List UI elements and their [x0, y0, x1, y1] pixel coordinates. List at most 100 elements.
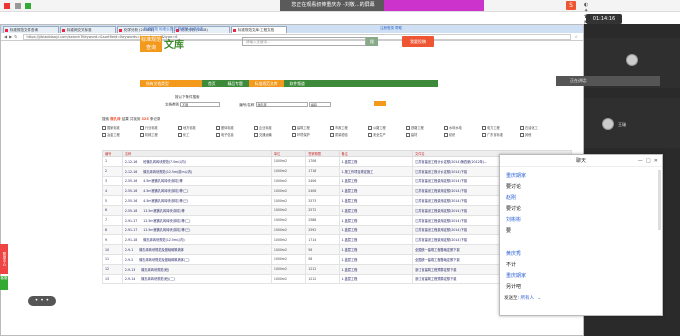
- category-checkbox[interactable]: 纺织: [444, 132, 482, 139]
- site-top-links[interactable]: 标准规范 标准公告 工程规范 标准动态: [144, 27, 203, 32]
- category-checkbox[interactable]: 地方标准: [178, 125, 216, 132]
- cell-text: 1.盖层工程: [341, 159, 358, 164]
- cell-text: 2-9-2: [124, 257, 134, 262]
- help-badge[interactable]: 帮助中心: [0, 244, 8, 274]
- signal-icon: [25, 3, 32, 9]
- item-link[interactable]: 2-9-13 微孔砖砖块规范(砼): [121, 263, 272, 275]
- more-menu-button[interactable]: • • •: [28, 296, 56, 306]
- item-link[interactable]: 2-55-16 4.5m宽微孔砖砖块(抹灰)等: [121, 175, 272, 187]
- category-checkbox[interactable]: 市政工程: [330, 125, 368, 132]
- table-cell: 12: [102, 263, 123, 275]
- input-method-icon[interactable]: S: [566, 1, 576, 10]
- nav-software[interactable]: 软件频道: [284, 80, 311, 87]
- category-checkbox[interactable]: 安全生产: [368, 132, 406, 139]
- cell-text: 江苏省建设工程计价定额(2014)第四册(2012年)...: [415, 159, 488, 164]
- chat-sender: 黄庆秀: [506, 251, 522, 257]
- cell-text: 1000m2: [273, 227, 288, 232]
- item-link[interactable]: 2-9-2 微孔砖砖块规范及基础砌筑墙体(二): [121, 253, 272, 265]
- window-controls[interactable]: — □ ✕: [638, 155, 658, 167]
- category-checkbox[interactable]: 国家标准: [102, 125, 140, 132]
- site-search-button[interactable]: 搜: [366, 37, 378, 46]
- service-badge[interactable]: 客服: [0, 276, 8, 290]
- cell-text: 1212: [308, 267, 317, 272]
- category-checkbox[interactable]: 石油化工: [520, 125, 558, 132]
- app-icon[interactable]: [4, 3, 10, 9]
- nav-home[interactable]: 首页: [202, 80, 222, 87]
- item-link[interactable]: 2-12-16 微孔砖砖块规范(12.5m(前m以内): [121, 165, 272, 177]
- nav-topics[interactable]: 精品专题: [222, 80, 249, 87]
- category-checkbox[interactable]: 其他: [520, 132, 558, 139]
- cell-text: 江苏省建设工程计价定额(2014)下载: [415, 169, 468, 174]
- browser-tab[interactable]: 标准网交叉标准: [60, 26, 116, 33]
- speaker-view-button[interactable]: 演讲者视图: [626, 14, 676, 24]
- site-right-links[interactable]: 注册登录 帮助: [380, 26, 402, 31]
- category-checkbox[interactable]: 建筑工程: [292, 125, 330, 132]
- chevron-down-icon[interactable]: ⌄: [537, 296, 541, 301]
- item-link[interactable]: 2-9-14 微孔砖砖块规范(砼)(二): [121, 273, 272, 285]
- cell-text: 1000m2: [273, 267, 288, 272]
- send-to-select[interactable]: 所有人: [520, 296, 534, 301]
- site-header: [1, 41, 583, 97]
- code-input[interactable]: 微孔砖: [255, 102, 308, 107]
- speaking-indicator: 正在讲话:: [556, 76, 660, 86]
- category-checkbox[interactable]: 化工: [178, 132, 216, 139]
- table-cell: 6: [102, 204, 123, 216]
- category-checkbox[interactable]: 水利水电: [444, 125, 482, 132]
- site-search-input[interactable]: 请输入关键词...: [242, 37, 366, 46]
- forward-icon[interactable]: ▶: [9, 34, 12, 39]
- scope-select[interactable]: 编码: [308, 102, 331, 107]
- category-checkbox[interactable]: 建材: [406, 132, 444, 139]
- browser-tab-active[interactable]: 标准规范文库:工程文档: [231, 26, 287, 33]
- filter-form: 按以下条件搜索 文档类别 不限 编号/名称 微孔砖 编码: [165, 95, 405, 111]
- table-cell: 1.盖层工程: [338, 244, 414, 255]
- category-checkbox[interactable]: 质量检验: [330, 132, 368, 139]
- reload-icon[interactable]: ↻: [14, 34, 17, 39]
- grid-icon[interactable]: [14, 3, 21, 9]
- item-link[interactable]: 2-9-1 微孔砖砖块规范及基础砌筑墙体: [121, 244, 272, 255]
- cell-text: 4.5m宽微孔砖砖块(抹灰)等: [143, 179, 183, 184]
- category-checkbox[interactable]: 交通运输: [254, 132, 292, 139]
- category-checkbox[interactable]: 行业标准: [140, 125, 178, 132]
- category-checkbox[interactable]: 广东省标准: [482, 132, 520, 139]
- category-checkbox[interactable]: 电力工程: [482, 125, 520, 132]
- upload-button[interactable]: 我要投稿: [402, 36, 434, 47]
- type-select[interactable]: 不限: [180, 102, 221, 107]
- category-checkbox[interactable]: 机械工程: [140, 132, 178, 139]
- category-checkbox[interactable]: 企业标准: [254, 125, 292, 132]
- browser-tab[interactable]: 标准规范文件查询: [3, 26, 59, 33]
- table-cell: 5: [102, 195, 123, 206]
- category-checkbox[interactable]: 环境保护: [292, 132, 330, 139]
- category-checkbox[interactable]: 电子信息: [216, 132, 254, 139]
- cell-text: 江苏省建设工程费用定额(2014)下载: [415, 208, 468, 213]
- cell-text: 4.5m宽微孔砖砖块(抹灰)等(二): [143, 189, 189, 194]
- nav-library[interactable]: 标准规范文库: [248, 80, 284, 87]
- item-link[interactable]: 2-91-18 微孔砖砖块规范(12.5m以内): [121, 234, 272, 246]
- nav-category[interactable]: 所有文档类型: [140, 80, 202, 87]
- participant-tile[interactable]: 王瑞: [584, 98, 680, 148]
- item-link[interactable]: 2-91-17 12.5m宽微孔砖砖块(抹灰)等(二): [121, 214, 272, 226]
- site-logo[interactable]: 标准规范 查询 文库: [140, 36, 190, 52]
- category-checkbox[interactable]: 公路工程: [368, 125, 406, 132]
- cell-text: 2-55-16: [124, 208, 138, 213]
- table-cell: 2: [102, 165, 123, 177]
- item-link[interactable]: 2-55-16 12.5m宽微孔砖砖块(抹灰)等: [121, 204, 272, 216]
- item-link[interactable]: 2-55-16 4.5m宽微孔砖砖块(抹灰)等(三): [121, 195, 272, 206]
- browser-tabs: 标准规范文件查询 标准网交叉标准 化学分析 (2018年) 化学分析 (2018…: [1, 25, 583, 33]
- category-checkbox[interactable]: 团体标准: [216, 125, 254, 132]
- back-icon[interactable]: ◀: [4, 34, 7, 39]
- chat-scrollbar[interactable]: [658, 170, 661, 230]
- cell-text: 2-55-16: [124, 199, 138, 204]
- table-cell: 10: [102, 244, 123, 255]
- category-checkbox[interactable]: 冶金工程: [102, 132, 140, 139]
- category-checkbox[interactable]: 铁路工程: [406, 125, 444, 132]
- item-link[interactable]: 2-91-17 12.5m宽微孔砖砖块(抹灰)等(三): [121, 224, 272, 236]
- chat-sender: 赵刚: [506, 195, 517, 201]
- item-link[interactable]: 2-12-16 砼微孔砖砖块规范(7.5m以内): [121, 156, 272, 167]
- share-control-bar[interactable]: [384, 0, 484, 11]
- cell-text: 1718: [308, 169, 317, 174]
- item-link[interactable]: 2-55-16 4.5m宽微孔砖砖块(抹灰)等(二): [121, 185, 272, 197]
- filter-search-button[interactable]: [374, 101, 386, 106]
- result-summary: 搜索 微孔砖 结果 共找到 325 条记录: [102, 117, 161, 121]
- table-cell: 1.盖层工程: [338, 156, 414, 167]
- star-icon[interactable]: ☆: [574, 34, 578, 39]
